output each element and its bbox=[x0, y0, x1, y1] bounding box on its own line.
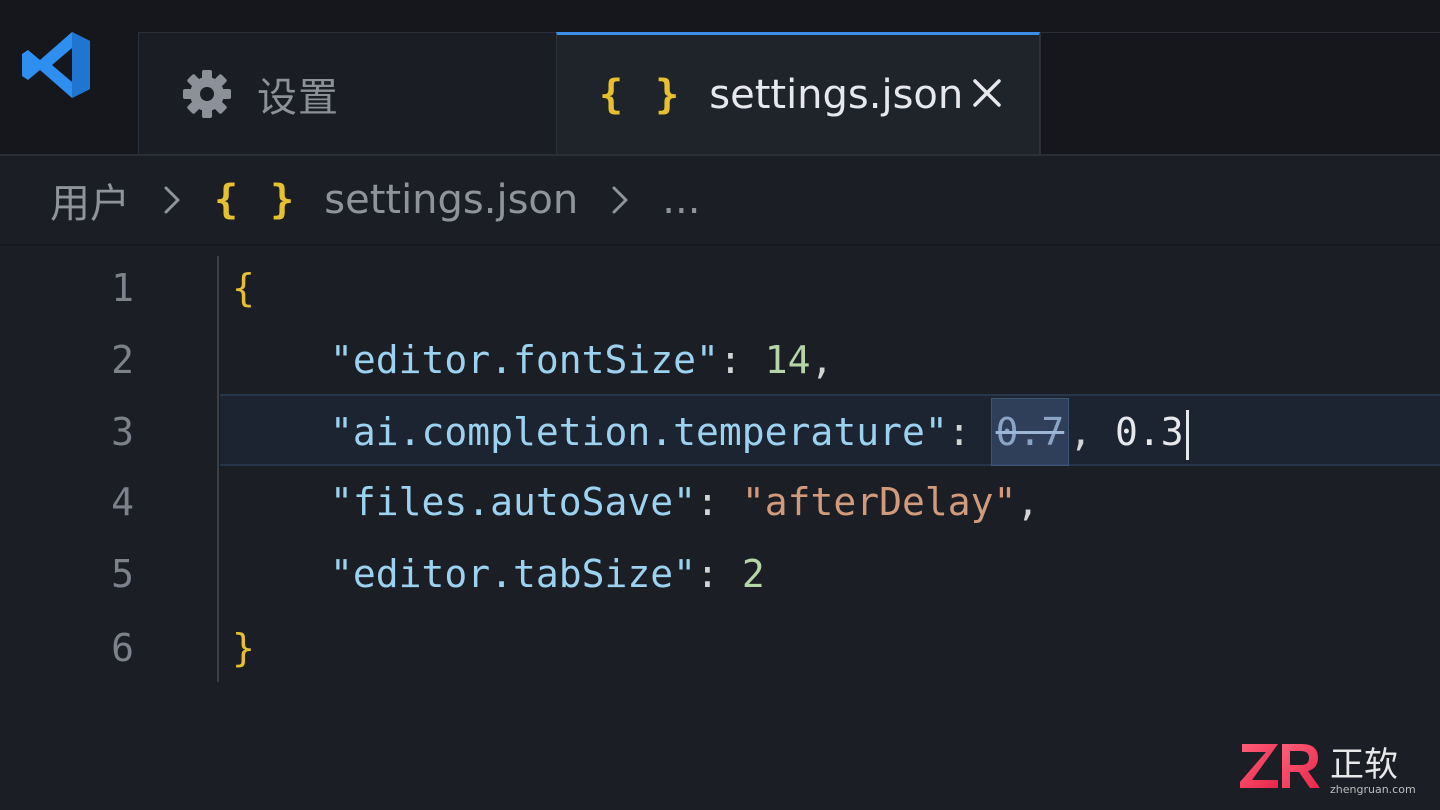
json-value: "afterDelay" bbox=[741, 480, 1017, 524]
code-content: "editor.tabSize": 2 bbox=[330, 538, 765, 610]
gear-icon bbox=[183, 69, 231, 118]
code-line[interactable]: 1 { bbox=[0, 252, 1440, 324]
open-brace: { bbox=[232, 266, 255, 310]
text-cursor bbox=[1185, 409, 1189, 460]
json-value: 2 bbox=[741, 552, 765, 596]
tab-bar: 设置 { } settings.json bbox=[0, 0, 1440, 156]
comma: , bbox=[1016, 480, 1040, 524]
code-content: { bbox=[232, 252, 255, 324]
watermark-text: 正软 bbox=[1330, 745, 1398, 785]
code-content: } bbox=[232, 612, 255, 684]
json-key: "ai.completion.temperature" bbox=[330, 410, 948, 454]
code-line[interactable]: 4 "files.autoSave": "afterDelay", bbox=[0, 466, 1440, 538]
code-content: "editor.fontSize": 14, bbox=[330, 324, 833, 396]
close-brace: } bbox=[232, 626, 255, 670]
code-line[interactable]: 6 } bbox=[0, 612, 1440, 684]
json-key: "editor.fontSize" bbox=[330, 338, 719, 382]
chevron-right-icon bbox=[164, 186, 180, 214]
json-braces-icon: { } bbox=[599, 71, 684, 118]
line-number: 2 bbox=[111, 338, 134, 382]
chevron-right-icon bbox=[612, 186, 628, 214]
json-key: "files.autoSave" bbox=[330, 480, 697, 524]
code-content: "ai.completion.temperature": 0.7, 0.3 bbox=[330, 396, 1189, 468]
inserted-value: 0.3 bbox=[1115, 410, 1184, 454]
colon: : bbox=[696, 480, 742, 524]
code-editor[interactable]: 1 { 2 "editor.fontSize": 14, 3 "ai.compl… bbox=[0, 248, 1440, 810]
breadcrumb: 用户 { } settings.json ... bbox=[0, 156, 1440, 246]
breadcrumb-item-settings-json[interactable]: settings.json bbox=[324, 177, 578, 223]
line-number: 5 bbox=[111, 552, 134, 596]
close-icon[interactable] bbox=[969, 75, 1005, 111]
code-line[interactable]: 5 "editor.tabSize": 2 bbox=[0, 538, 1440, 610]
colon: : bbox=[718, 338, 765, 382]
line-number: 3 bbox=[111, 410, 134, 454]
json-value: 14 bbox=[764, 338, 811, 382]
json-braces-icon: { } bbox=[214, 177, 299, 223]
code-line-active[interactable]: 3 "ai.completion.temperature": 0.7, 0.3 bbox=[111, 394, 1440, 468]
tab-settings[interactable]: 设置 bbox=[138, 32, 556, 154]
vscode-logo-icon bbox=[22, 32, 90, 98]
line-number: 6 bbox=[111, 626, 134, 670]
colon: : bbox=[947, 410, 971, 454]
colon: : bbox=[696, 552, 742, 596]
zhengruan-watermark-logo: 正软 zhengruan.com bbox=[1240, 744, 1416, 796]
line-number: 1 bbox=[111, 266, 134, 310]
breadcrumb-item-user[interactable]: 用户 bbox=[50, 171, 130, 229]
separator: , bbox=[1069, 410, 1116, 454]
json-key: "editor.tabSize" bbox=[330, 552, 697, 596]
tab-settings-json[interactable]: { } settings.json bbox=[556, 32, 1040, 154]
code-editor-window: 设置 { } settings.json 用户 { } settings.jso… bbox=[0, 0, 1440, 810]
line-number: 4 bbox=[111, 480, 134, 524]
tab-bar-empty-area bbox=[1040, 32, 1440, 154]
tab-settings-json-label: settings.json bbox=[709, 71, 964, 118]
code-line[interactable]: 2 "editor.fontSize": 14, bbox=[0, 324, 1440, 396]
comma: , bbox=[810, 338, 834, 382]
code-content: "files.autoSave": "afterDelay", bbox=[330, 466, 1039, 538]
breadcrumb-ellipsis[interactable]: ... bbox=[662, 177, 700, 223]
deleted-value: 0.7 bbox=[990, 398, 1070, 466]
watermark-site: zhengruan.com bbox=[1330, 783, 1416, 796]
tab-settings-label: 设置 bbox=[257, 74, 339, 121]
